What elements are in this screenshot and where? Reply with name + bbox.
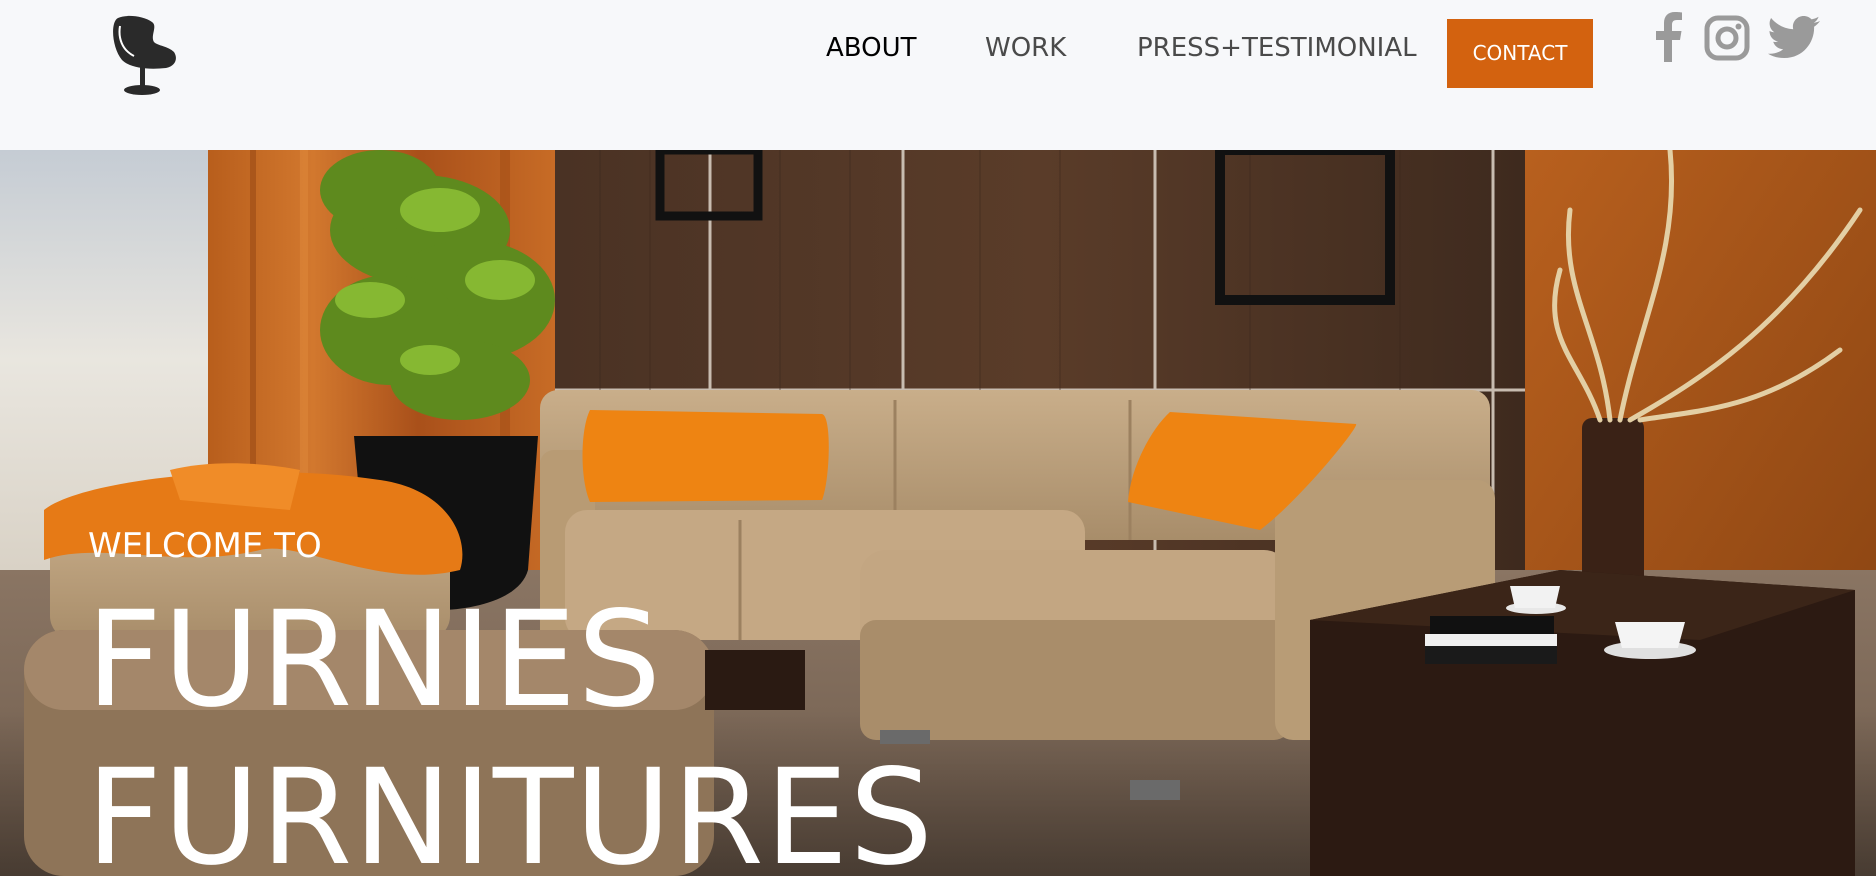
nav-about[interactable]: ABOUT <box>826 30 917 66</box>
instagram-icon[interactable] <box>1704 15 1750 61</box>
hero-title-line-2: FURNITURES <box>86 741 935 876</box>
welcome-text: WELCOME TO <box>88 526 322 566</box>
nav-work[interactable]: WORK <box>985 30 1066 66</box>
twitter-icon[interactable] <box>1768 16 1820 58</box>
contact-button[interactable]: CONTACT <box>1447 19 1593 88</box>
facebook-icon[interactable] <box>1650 12 1686 62</box>
hero-banner: WELCOME TO FURNIES FURNITURES <box>0 150 1876 876</box>
egg-chair-logo[interactable] <box>100 4 188 100</box>
nav-press-testimonial[interactable]: PRESS+TESTIMONIAL <box>1137 30 1417 66</box>
site-header: ABOUT WORK PRESS+TESTIMONIAL CONTACT <box>0 0 1876 150</box>
hero-title-line-1: FURNIES <box>86 583 663 737</box>
